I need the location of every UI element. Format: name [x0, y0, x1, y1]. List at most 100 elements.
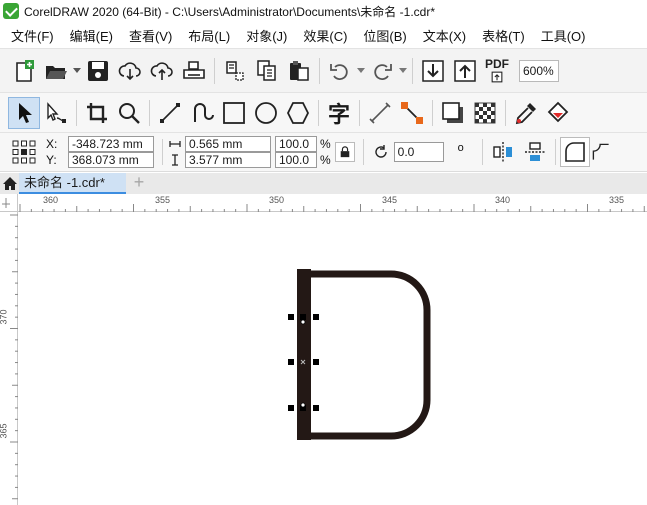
ellipse-icon: [255, 101, 277, 124]
artistic-media-tool-button[interactable]: [186, 97, 218, 129]
copy-button[interactable]: [251, 55, 283, 87]
new-document-button[interactable]: [8, 55, 40, 87]
import-button[interactable]: [417, 55, 449, 87]
paste-button[interactable]: [283, 55, 315, 87]
parallel-dimension-tool-button[interactable]: [364, 97, 396, 129]
save-button[interactable]: [82, 55, 114, 87]
ruler-h-label: 360: [43, 195, 59, 205]
cut-icon: [226, 60, 244, 81]
rotation-angle-field[interactable]: 0.0: [393, 142, 444, 162]
menu-file[interactable]: 文件(F): [3, 26, 62, 45]
undo-dropdown[interactable]: [356, 55, 366, 87]
ruler-origin-icon: [2, 198, 10, 208]
transparency-tool-button[interactable]: [469, 97, 501, 129]
curve-icon: [194, 102, 214, 122]
node-bottom[interactable]: [300, 402, 306, 408]
object-width-field[interactable]: 0.565 mm: [185, 136, 271, 152]
vertical-ruler[interactable]: 370 365: [0, 212, 18, 505]
import-icon: [422, 59, 444, 82]
menu-edit[interactable]: 编辑(E): [62, 26, 121, 45]
toolbar-separator: [362, 139, 364, 165]
zoom-level-input[interactable]: 600%: [519, 59, 559, 82]
paste-icon: [290, 60, 309, 81]
menu-object[interactable]: 对象(J): [238, 26, 295, 45]
rectangle-tool-button[interactable]: [218, 97, 250, 129]
print-button[interactable]: [178, 55, 210, 87]
shape-tool-button[interactable]: [40, 97, 72, 129]
checkerboard-icon: [474, 102, 496, 123]
polygon-tool-button[interactable]: [282, 97, 314, 129]
toolbar-separator: [359, 99, 360, 126]
ruler-origin[interactable]: [0, 194, 18, 212]
redo-button[interactable]: [366, 55, 398, 87]
publish-pdf-button[interactable]: PDF: [481, 55, 513, 87]
menu-text[interactable]: 文本(X): [415, 26, 474, 45]
ruler-h-label: 340: [495, 195, 511, 205]
selected-bar-body: [298, 321, 310, 407]
toolbar-separator: [432, 99, 433, 126]
menu-layout[interactable]: 布局(L): [180, 26, 238, 45]
cloud-upload-button[interactable]: [146, 55, 178, 87]
cut-button[interactable]: [219, 55, 251, 87]
cloud-download-button[interactable]: [114, 55, 146, 87]
undo-button[interactable]: [324, 55, 356, 87]
d-shape-outline[interactable]: [301, 270, 431, 440]
scalloped-corner-button[interactable]: [590, 136, 612, 168]
export-button[interactable]: [449, 55, 481, 87]
freehand-tool-button[interactable]: [154, 97, 186, 129]
interactive-fill-tool-button[interactable]: [542, 97, 574, 129]
handle-top-center[interactable]: [300, 314, 306, 320]
mirror-horizontal-button[interactable]: [487, 136, 519, 168]
zoom-level-value: 600%: [523, 63, 554, 78]
redo-dropdown[interactable]: [398, 55, 408, 87]
zoom-tool-button[interactable]: [113, 97, 145, 129]
degree-symbol: o: [457, 142, 464, 154]
ruler-v-label: 365: [0, 423, 9, 439]
redo-icon: [374, 63, 392, 80]
handle-middle-right[interactable]: [313, 359, 319, 365]
round-corner-button[interactable]: [559, 137, 590, 167]
open-dropdown[interactable]: [72, 55, 82, 87]
scale-y-field[interactable]: 100.0: [275, 152, 317, 168]
pick-tool-button[interactable]: [8, 96, 40, 129]
text-tool-button[interactable]: 字: [323, 97, 355, 129]
scale-x-field[interactable]: 100.0: [275, 136, 317, 152]
crop-tool-button[interactable]: [81, 97, 113, 129]
home-icon[interactable]: [2, 176, 18, 191]
reference-point-selector[interactable]: [12, 140, 36, 164]
eyedropper-tool-button[interactable]: [510, 97, 542, 129]
handle-bottom-left[interactable]: [288, 405, 294, 411]
x-position-field[interactable]: -348.723 mm: [68, 136, 154, 152]
handle-middle-left[interactable]: [288, 359, 294, 365]
menu-tools[interactable]: 工具(O): [533, 26, 594, 45]
lock-icon: [340, 146, 349, 158]
cloud-upload-icon: [150, 61, 173, 80]
coreldraw-logo-icon: [3, 3, 19, 19]
node-top[interactable]: [300, 319, 306, 325]
mirror-vertical-button[interactable]: [519, 136, 551, 168]
handle-bottom-right[interactable]: [313, 405, 319, 411]
text-tool-icon: 字: [327, 102, 350, 128]
toolbar-separator: [554, 139, 556, 165]
handle-top-left[interactable]: [288, 314, 294, 320]
tools-toolbar: 字: [0, 92, 647, 132]
ellipse-tool-button[interactable]: [250, 97, 282, 129]
chevron-down-icon: [399, 67, 407, 73]
menu-table[interactable]: 表格(T): [474, 26, 533, 45]
horizontal-ruler[interactable]: 360 355 350 345 340 335: [18, 194, 647, 212]
menu-view[interactable]: 查看(V): [121, 26, 180, 45]
open-button[interactable]: [40, 55, 72, 87]
drawing-canvas[interactable]: [19, 213, 647, 505]
lock-ratio-button[interactable]: [334, 142, 355, 162]
drop-shadow-tool-button[interactable]: [437, 97, 469, 129]
toolbar-separator: [214, 57, 215, 84]
object-height-field[interactable]: 3.577 mm: [185, 152, 271, 168]
document-tab[interactable]: 未命名 -1.cdr*: [19, 173, 126, 194]
y-position-field[interactable]: 368.073 mm: [68, 152, 154, 168]
handle-top-right[interactable]: [313, 314, 319, 320]
menu-bitmaps[interactable]: 位图(B): [355, 26, 414, 45]
menu-effects[interactable]: 效果(C): [295, 26, 355, 45]
chevron-down-icon: [357, 67, 365, 73]
connector-tool-button[interactable]: [396, 97, 428, 129]
add-tab-button[interactable]: +: [131, 173, 147, 191]
